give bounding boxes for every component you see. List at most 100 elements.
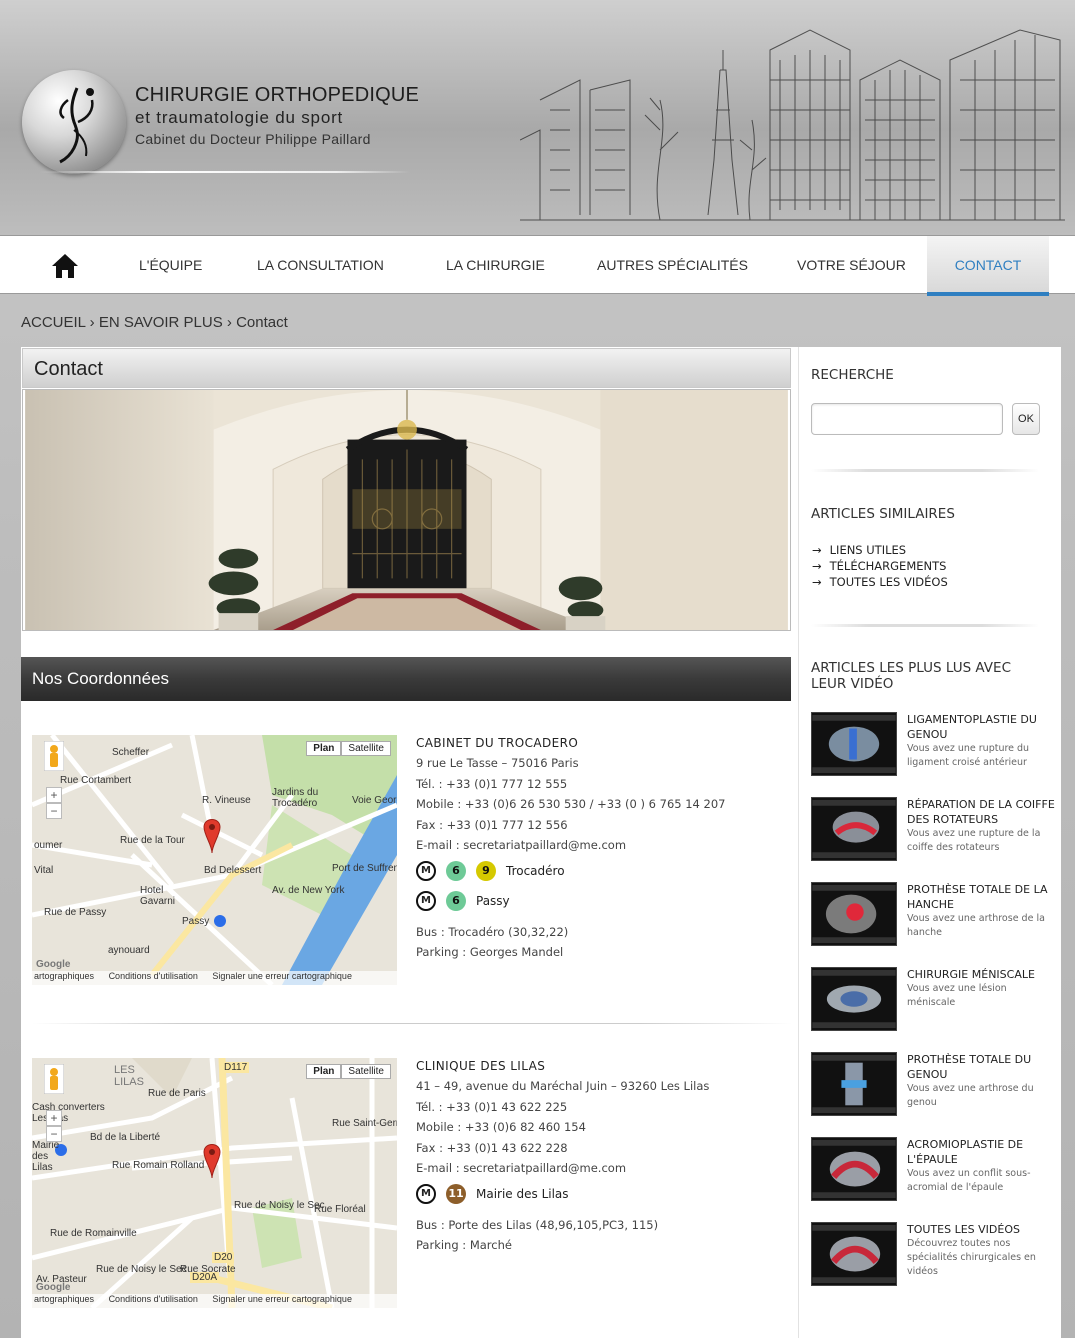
map-label: R. Vineuse: [202, 795, 251, 806]
map-label: Bd Delessert: [204, 865, 262, 876]
map-data-credit: artographiques: [34, 1294, 95, 1304]
map-label: Rue Saint-Germain: [332, 1118, 397, 1129]
nav-item-consultation[interactable]: LA CONSULTATION: [257, 236, 384, 294]
metro-row: M 11 Mairie des Lilas: [416, 1179, 786, 1209]
metro-line-badge: 11: [446, 1183, 466, 1204]
article-card[interactable]: ACROMIOPLASTIE DE L'ÉPAULE Vous avez un …: [811, 1137, 1051, 1203]
breadcrumb: ACCUEIL › EN SAVOIR PLUS › Contact: [21, 314, 288, 331]
google-logo: Google: [36, 1282, 71, 1293]
acromioplasty-video-thumbnail-icon: [811, 1137, 897, 1201]
similar-articles-heading: ARTICLES SIMILAIRES: [811, 506, 955, 522]
map-report-link[interactable]: Signaler une erreur cartographique: [212, 1294, 352, 1304]
map-label: Rue de Romainville: [50, 1228, 137, 1239]
map-label: Rue Romain Rolland: [112, 1160, 205, 1171]
map-label: Rue de Paris: [148, 1088, 206, 1099]
search-heading: RECHERCHE: [811, 367, 894, 383]
map-label: Hotel Gavarni: [140, 885, 176, 907]
zoom-out-button[interactable]: −: [46, 1126, 62, 1142]
map-label: Bd de la Liberté: [90, 1132, 161, 1143]
site-tagline: Cabinet du Docteur Philippe Paillard: [135, 131, 371, 147]
search-input[interactable]: [811, 403, 1003, 435]
map-label: Rue Floréal: [314, 1204, 366, 1215]
map-label: Jardins du Trocadéro: [272, 787, 319, 809]
metro-icon: M: [416, 860, 436, 881]
map-terms-link[interactable]: Conditions d'utilisation: [109, 1294, 198, 1304]
location-email[interactable]: E-mail : secretariatpaillard@me.com: [416, 835, 786, 856]
metro-station: Mairie des Lilas: [476, 1186, 569, 1201]
breadcrumb-home[interactable]: ACCUEIL: [21, 314, 85, 331]
pegman-icon[interactable]: [44, 741, 64, 771]
location-email[interactable]: E-mail : secretariatpaillard@me.com: [416, 1158, 786, 1179]
article-card[interactable]: PROTHÈSE TOTALE DU GENOU Vous avez une a…: [811, 1052, 1051, 1118]
location-name: CLINIQUE DES LILAS: [416, 1059, 546, 1073]
nav-item-chirurgie[interactable]: LA CHIRURGIE: [446, 236, 545, 294]
map-report-link[interactable]: Signaler une erreur cartographique: [212, 971, 352, 981]
map-label: Vital: [34, 865, 54, 876]
map-terms-link[interactable]: Conditions d'utilisation: [109, 971, 198, 981]
article-title[interactable]: LIGAMENTOPLASTIE DU GENOU: [907, 712, 1055, 742]
map-satellite-button[interactable]: Satellite: [341, 1064, 391, 1079]
map-label: Voie Georges: [352, 795, 397, 806]
nav-item-contact[interactable]: CONTACT: [927, 236, 1049, 296]
similar-link[interactable]: LIENS UTILES: [812, 542, 948, 558]
article-title[interactable]: ACROMIOPLASTIE DE L'ÉPAULE: [907, 1137, 1055, 1167]
map-lilas[interactable]: LES LILAS D117 Rue de Paris Cash convert…: [32, 1058, 397, 1308]
location-tel[interactable]: Tél. : +33 (0)1 43 622 225: [416, 1097, 786, 1118]
location-parking: Parking : Marché: [416, 1238, 512, 1252]
breadcrumb-parent[interactable]: EN SAVOIR PLUS: [99, 314, 223, 331]
zoom-out-button[interactable]: −: [46, 803, 62, 819]
article-card[interactable]: TOUTES LES VIDÉOS Découvrez toutes nos s…: [811, 1222, 1051, 1288]
similar-link[interactable]: TÉLÉCHARGEMENTS: [812, 558, 948, 574]
site-title[interactable]: CHIRURGIE ORTHOPEDIQUE: [135, 84, 419, 107]
nav-item-votre-sejour[interactable]: VOTRE SÉJOUR: [797, 236, 906, 294]
map-plan-button[interactable]: Plan: [306, 1064, 342, 1079]
map-label: Av. de New York: [272, 885, 345, 896]
article-title[interactable]: TOUTES LES VIDÉOS: [907, 1222, 1055, 1237]
pegman-icon[interactable]: [44, 1064, 64, 1094]
location-address: 41 – 49, avenue du Maréchal Juin – 93260…: [416, 1079, 710, 1093]
map-label: aynouard: [108, 945, 150, 956]
map-label: D20A: [190, 1272, 220, 1283]
similar-articles-list: LIENS UTILES TÉLÉCHARGEMENTS TOUTES LES …: [812, 542, 948, 590]
map-label: Cash converters Les lilas: [32, 1102, 105, 1124]
zoom-in-button[interactable]: +: [46, 787, 62, 803]
map-label: Mairie des Lilas: [32, 1140, 60, 1173]
location-info-trocadero: CABINET DU TROCADERO 9 rue Le Tasse – 75…: [416, 736, 786, 963]
nav-item-equipe[interactable]: L'ÉQUIPE: [139, 236, 202, 294]
map-plan-button[interactable]: Plan: [306, 741, 342, 756]
zoom-in-button[interactable]: +: [46, 1110, 62, 1126]
article-title[interactable]: RÉPARATION DE LA COIFFE DES ROTATEURS: [907, 797, 1055, 827]
location-address: 9 rue Le Tasse – 75016 Paris: [416, 756, 579, 770]
article-title[interactable]: PROTHÈSE TOTALE DE LA HANCHE: [907, 882, 1055, 912]
location-mobile[interactable]: Mobile : +33 (0)6 26 530 530 / +33 (0 ) …: [416, 794, 786, 815]
search-button[interactable]: OK: [1012, 403, 1040, 435]
nav-item-autres-specialites[interactable]: AUTRES SPÉCIALITÉS: [597, 236, 748, 294]
location-parking: Parking : Georges Mandel: [416, 945, 564, 959]
google-logo: Google: [36, 959, 71, 970]
article-desc: Vous avez une rupture du ligament croisé…: [907, 743, 1030, 768]
map-data-credit: artographiques: [34, 971, 95, 981]
article-title[interactable]: CHIRURGIE MÉNISCALE: [907, 967, 1055, 982]
article-card[interactable]: RÉPARATION DE LA COIFFE DES ROTATEURS Vo…: [811, 797, 1055, 863]
map-footer: artographiques Conditions d'utilisation …: [32, 1294, 397, 1308]
map-trocadero[interactable]: Scheffer Rue Cortambert Jardins du Troca…: [32, 735, 397, 985]
meniscus-video-thumbnail-icon: [811, 967, 897, 1031]
article-card[interactable]: CHIRURGIE MÉNISCALE Vous avez une lésion…: [811, 967, 1051, 1033]
location-tel[interactable]: Tél. : +33 (0)1 777 12 555: [416, 774, 786, 795]
similar-link[interactable]: TOUTES LES VIDÉOS: [812, 574, 948, 590]
map-type-control: Plan Satellite: [306, 741, 391, 756]
breadcrumb-current: Contact: [236, 314, 288, 331]
logo-icon[interactable]: [22, 70, 126, 174]
section-header: Nos Coordonnées: [21, 657, 791, 701]
article-title[interactable]: PROTHÈSE TOTALE DU GENOU: [907, 1052, 1055, 1082]
page-header: Contact: [22, 348, 791, 388]
home-icon[interactable]: [50, 252, 80, 280]
article-card[interactable]: PROTHÈSE TOTALE DE LA HANCHE Vous avez u…: [811, 882, 1051, 948]
metro-station: Passy: [476, 893, 510, 908]
map-satellite-button[interactable]: Satellite: [341, 741, 391, 756]
paris-sketch-illustration: [520, 29, 1065, 221]
article-card[interactable]: LIGAMENTOPLASTIE DU GENOU Vous avez une …: [811, 712, 1051, 778]
map-label: Port de Suffren: [332, 863, 397, 874]
popular-articles-heading: ARTICLES LES PLUS LUS AVEC LEUR VIDÉO: [811, 660, 1011, 692]
location-mobile[interactable]: Mobile : +33 (0)6 82 460 154: [416, 1117, 786, 1138]
